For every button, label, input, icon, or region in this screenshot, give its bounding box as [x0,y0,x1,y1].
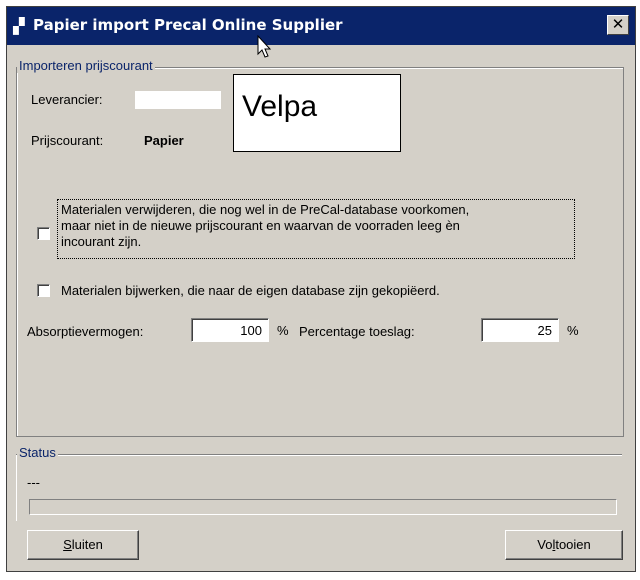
remove-materials-line: Materialen verwijderen, die nog wel in d… [61,202,470,217]
import-group-caption: Importeren prijscourant [17,58,155,73]
update-materials-label[interactable]: Materialen bijwerken, die naar de eigen … [61,283,440,298]
absorption-unit: % [277,323,289,338]
finish-button-label-start: Vo [537,537,553,552]
finish-button-label-end: tooien [555,537,591,552]
close-button[interactable]: Sluiten [27,530,139,560]
status-group-caption: Status [17,445,58,460]
supplier-overlay-box: Velpa [233,74,401,152]
title-bar[interactable]: ▞ Papier import Precal Online Supplier ✕ [7,7,635,45]
remove-materials-label[interactable]: Materialen verwijderen, die nog wel in d… [61,202,469,250]
pricelist-label: Prijscourant: [31,133,104,148]
close-button-mnemonic: S [63,537,72,552]
dialog-window: ▞ Papier import Precal Online Supplier ✕… [6,6,636,572]
supplier-overlay-text: Velpa [242,90,318,123]
surcharge-label: Percentage toeslag: [299,324,415,339]
supplier-field [135,91,221,109]
mouse-cursor-icon [257,35,272,58]
absorption-label: Absorptievermogen: [27,324,144,339]
close-window-button[interactable]: ✕ [607,15,629,35]
update-materials-checkbox[interactable] [37,284,50,297]
close-button-label: luiten [71,537,103,552]
remove-materials-line: incourant zijn. [61,234,142,249]
window-title: Papier import Precal Online Supplier [33,16,343,34]
surcharge-input[interactable]: 25 [481,318,559,342]
app-icon: ▞ [13,17,25,35]
finish-button[interactable]: Voltooien [505,530,623,560]
remove-materials-line: maar niet in de nieuwe prijscourant en w… [61,218,460,233]
supplier-label: Leverancier: [31,92,103,107]
status-text: --- [27,475,40,490]
status-progress-bar [29,499,617,515]
surcharge-unit: % [567,323,579,338]
pricelist-value: Papier [144,133,184,148]
remove-materials-checkbox[interactable] [37,227,50,240]
absorption-input[interactable]: 100 [191,318,269,342]
